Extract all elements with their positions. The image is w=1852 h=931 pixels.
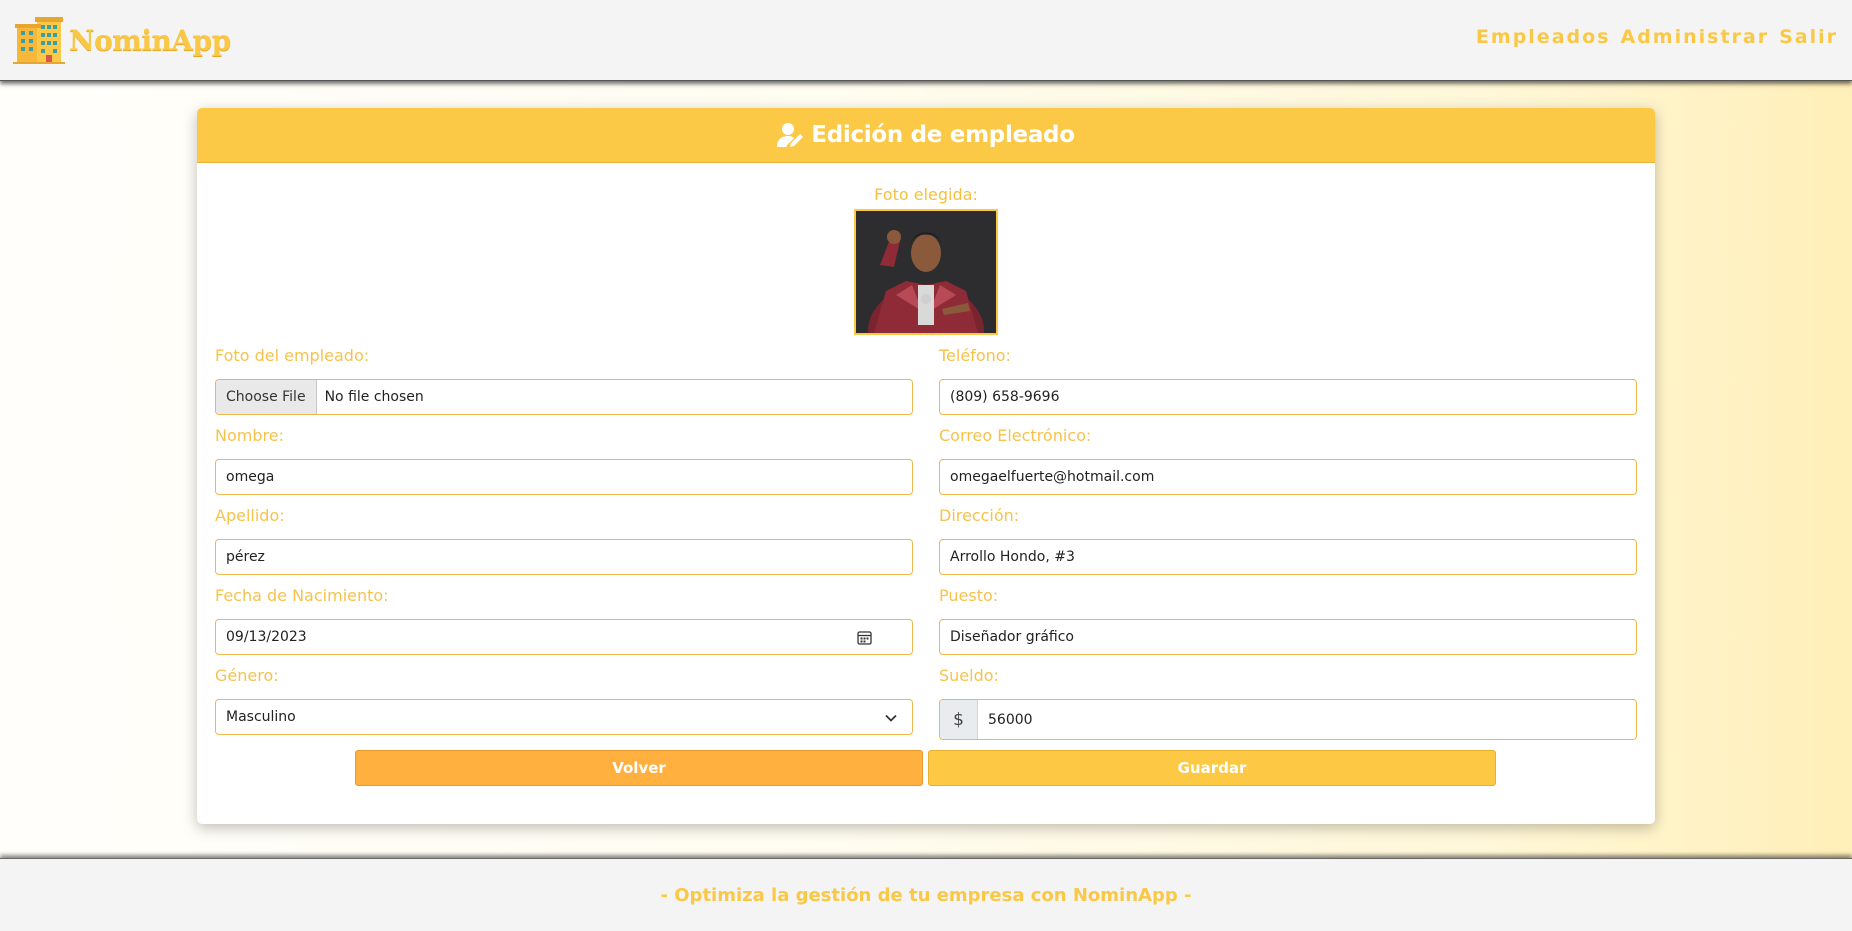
direccion-input[interactable]: Arrollo Hondo, #3 — [939, 539, 1637, 575]
file-status-text: No file chosen — [324, 389, 424, 405]
top-navbar: NominApp Empleados Administrar Salir — [0, 0, 1852, 81]
brand-name: NominApp — [69, 23, 231, 57]
puesto-value: Diseñador gráfico — [950, 629, 1074, 645]
puesto-input[interactable]: Diseñador gráfico — [939, 619, 1637, 655]
nombre-value: omega — [226, 469, 275, 485]
photo-field-label: Foto del empleado: — [215, 346, 370, 365]
employee-photo — [854, 209, 998, 335]
brand-logo[interactable]: NominApp — [13, 16, 231, 64]
telefono-value: (809) 658-9696 — [950, 389, 1060, 405]
direccion-label: Dirección: — [939, 506, 1020, 525]
fecha-value: 09/13/2023 — [226, 629, 307, 645]
apellido-value: pérez — [226, 549, 265, 565]
sueldo-label: Sueldo: — [939, 666, 999, 685]
chevron-down-icon — [885, 714, 897, 722]
apellido-input[interactable]: pérez — [215, 539, 913, 575]
sueldo-value: 56000 — [988, 711, 1033, 728]
sueldo-input[interactable]: $ 56000 — [939, 699, 1637, 740]
user-edit-icon — [777, 123, 804, 147]
apellido-label: Apellido: — [215, 506, 285, 525]
nav-item-empleados[interactable]: Empleados — [1476, 26, 1611, 48]
nombre-label: Nombre: — [215, 426, 284, 445]
choose-file-button[interactable]: Choose File — [216, 380, 317, 414]
chosen-photo-label: Foto elegida: — [874, 185, 978, 204]
main-nav: Empleados Administrar Salir — [1476, 26, 1838, 48]
footer: - Optimiza la gestión de tu empresa con … — [0, 858, 1852, 931]
back-button[interactable]: Volver — [355, 750, 923, 786]
telefono-label: Teléfono: — [939, 346, 1011, 365]
building-icon — [13, 17, 65, 64]
fecha-input[interactable]: 09/13/2023 — [215, 619, 913, 655]
direccion-value: Arrollo Hondo, #3 — [950, 549, 1075, 565]
footer-tagline: - Optimiza la gestión de tu empresa con … — [660, 884, 1192, 906]
currency-addon: $ — [940, 700, 978, 739]
puesto-label: Puesto: — [939, 586, 999, 605]
save-button[interactable]: Guardar — [928, 750, 1496, 786]
genero-label: Género: — [215, 666, 279, 685]
correo-label: Correo Electrónico: — [939, 426, 1092, 445]
fecha-label: Fecha de Nacimiento: — [215, 586, 389, 605]
correo-input[interactable]: omegaelfuerte@hotmail.com — [939, 459, 1637, 495]
photo-file-input[interactable]: Choose File No file chosen — [215, 379, 913, 415]
correo-value: omegaelfuerte@hotmail.com — [950, 469, 1155, 485]
genero-select[interactable]: Masculino — [215, 699, 913, 735]
nav-item-administrar[interactable]: Administrar — [1620, 26, 1769, 48]
edit-employee-card: Edición de empleado Foto elegida: Foto d… — [197, 108, 1655, 824]
calendar-icon[interactable] — [857, 630, 872, 645]
card-title: Edición de empleado — [811, 122, 1075, 148]
telefono-input[interactable]: (809) 658-9696 — [939, 379, 1637, 415]
genero-value: Masculino — [226, 709, 296, 725]
card-header: Edición de empleado — [197, 108, 1655, 163]
nombre-input[interactable]: omega — [215, 459, 913, 495]
nav-item-salir[interactable]: Salir — [1779, 26, 1838, 48]
